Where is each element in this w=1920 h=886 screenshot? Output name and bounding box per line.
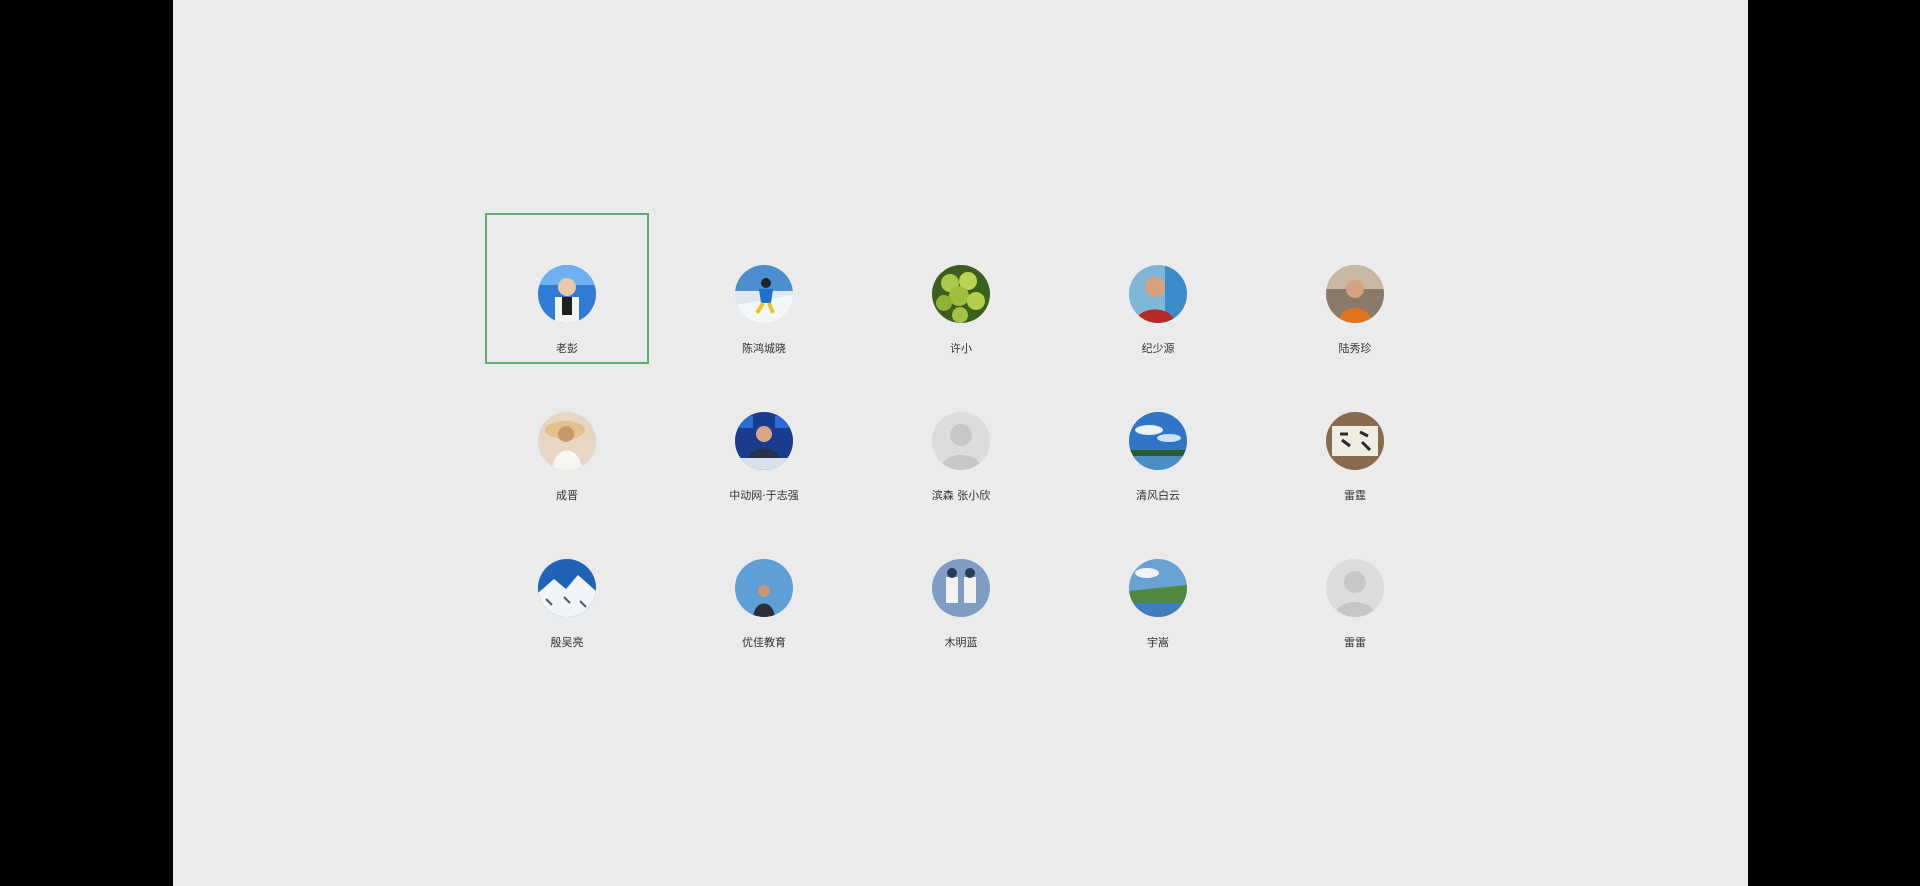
man-tv-studio-avatar <box>735 412 793 470</box>
contact-item[interactable]: 木明蓝 <box>881 509 1041 656</box>
contact-item[interactable]: 成晋 <box>487 362 647 509</box>
contact-item[interactable]: 滨森 张小欣 <box>881 362 1041 509</box>
contact-item[interactable]: 宇嵩 <box>1078 509 1238 656</box>
contact-name: 陆秀珍 <box>1338 342 1372 355</box>
contact-name: 许小 <box>950 342 972 355</box>
contact-name: 清风白云 <box>1136 489 1180 502</box>
contact-item[interactable]: 雷雷 <box>1275 509 1435 656</box>
calligraphy-scroll-avatar <box>1326 412 1384 470</box>
contact-picker-screen: 老彭 陈鸿城晓 许小 纪少源 陆秀珍 成晋 中动网·于志强 滨森 张小欣 清风白… <box>173 0 1748 886</box>
default-user-avatar <box>1326 559 1384 617</box>
illustrated-figures-avatar <box>932 559 990 617</box>
contact-item[interactable]: 陆秀珍 <box>1275 215 1435 362</box>
contact-item[interactable]: 殷吴亮 <box>487 509 647 656</box>
man-red-shirt-avatar <box>1129 265 1187 323</box>
contact-item[interactable]: 许小 <box>881 215 1041 362</box>
contact-item[interactable]: 清风白云 <box>1078 362 1238 509</box>
contact-name: 滨森 张小欣 <box>931 489 991 502</box>
contact-name: 中动网·于志强 <box>729 489 799 502</box>
contact-name: 纪少源 <box>1141 342 1175 355</box>
blue-sky-lake-avatar <box>1129 412 1187 470</box>
contact-item[interactable]: 陈鸿城晓 <box>684 215 844 362</box>
skier-snow-avatar <box>735 265 793 323</box>
contact-item[interactable]: 优佳教育 <box>684 509 844 656</box>
contact-name: 木明蓝 <box>944 636 978 649</box>
contact-item[interactable]: 纪少源 <box>1078 215 1238 362</box>
contact-name: 成晋 <box>556 489 578 502</box>
person-portrait-blue-avatar <box>538 265 596 323</box>
contact-name: 老彭 <box>556 342 578 355</box>
contact-item[interactable]: 中动网·于志强 <box>684 362 844 509</box>
contact-item[interactable]: 雷霆 <box>1275 362 1435 509</box>
contact-name: 宇嵩 <box>1147 636 1169 649</box>
default-user-avatar <box>932 412 990 470</box>
green-landscape-avatar <box>1129 559 1187 617</box>
woman-sunhat-avatar <box>538 412 596 470</box>
contact-name: 殷吴亮 <box>550 636 584 649</box>
contact-name: 雷雷 <box>1344 636 1366 649</box>
contact-item[interactable]: 老彭 <box>485 213 649 364</box>
person-blue-sky-avatar <box>735 559 793 617</box>
contact-name: 优佳教育 <box>742 636 786 649</box>
contact-name: 陈鸿城晓 <box>742 342 786 355</box>
snowy-mountain-avatar <box>538 559 596 617</box>
green-grapes-avatar <box>932 265 990 323</box>
contact-grid: 老彭 陈鸿城晓 许小 纪少源 陆秀珍 成晋 中动网·于志强 滨森 张小欣 清风白… <box>485 213 1472 656</box>
contact-name: 雷霆 <box>1344 489 1366 502</box>
man-orange-room-avatar <box>1326 265 1384 323</box>
